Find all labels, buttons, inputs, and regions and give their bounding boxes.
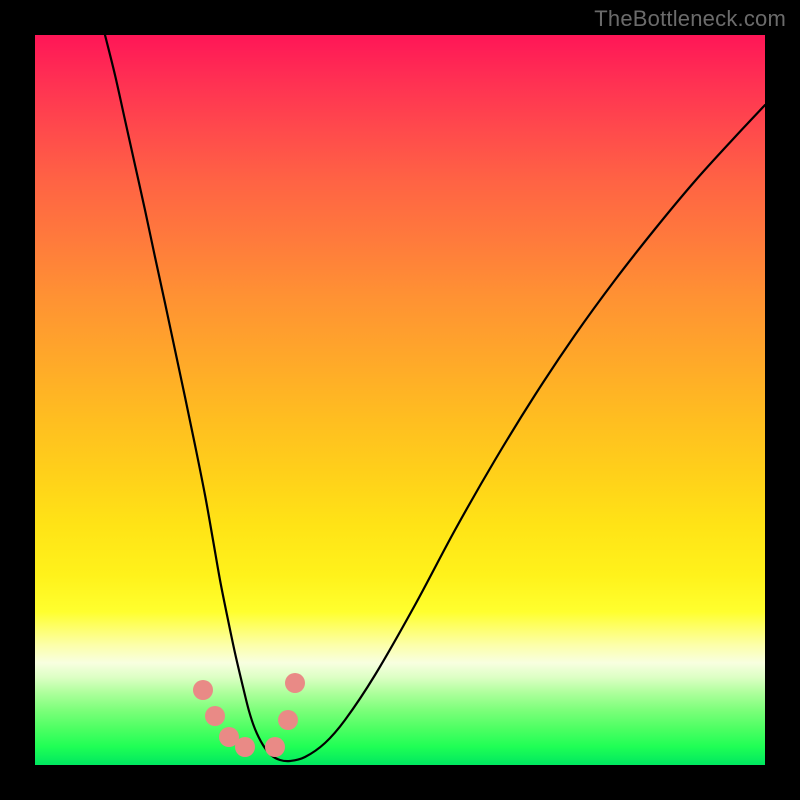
data-point (278, 710, 298, 730)
marker-group (193, 673, 305, 757)
chart-frame: TheBottleneck.com (0, 0, 800, 800)
data-point (235, 737, 255, 757)
data-point (193, 680, 213, 700)
plot-area (35, 35, 765, 765)
bottleneck-curve (105, 35, 765, 761)
data-point (285, 673, 305, 693)
data-point (265, 737, 285, 757)
data-point (205, 706, 225, 726)
watermark-text: TheBottleneck.com (594, 6, 786, 32)
curve-layer (35, 35, 765, 765)
